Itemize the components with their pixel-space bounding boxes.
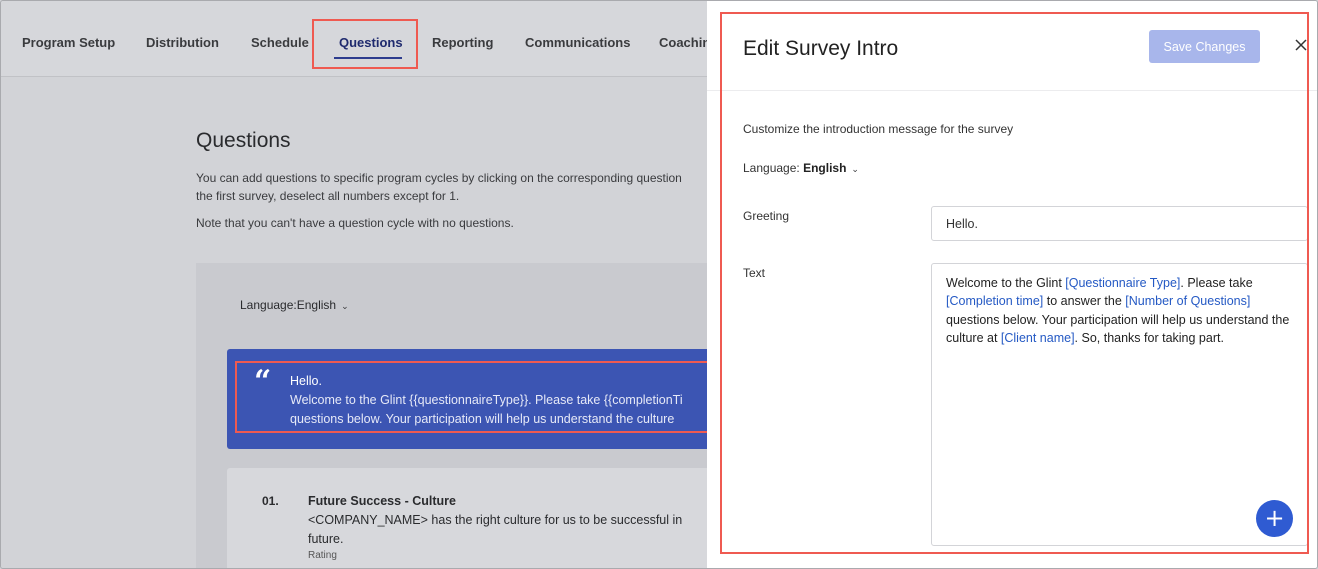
page-description-line2: the first survey, deselect all numbers e…	[196, 189, 460, 203]
tab-program-setup[interactable]: Program Setup	[22, 35, 115, 50]
tab-communications[interactable]: Communications	[525, 35, 630, 50]
page-title: Questions	[196, 129, 291, 152]
drawer-callout	[720, 12, 1309, 554]
question-number: 01.	[262, 494, 279, 508]
question-text-line1: <COMPANY_NAME> has the right culture for…	[308, 513, 683, 527]
page-description-line1: You can add questions to specific progra…	[196, 171, 682, 185]
language-label: Language:	[240, 298, 297, 312]
tab-distribution[interactable]: Distribution	[146, 35, 219, 50]
intro-card-callout	[235, 361, 719, 433]
tab-reporting[interactable]: Reporting	[432, 35, 493, 50]
question-text-line2: future.	[308, 532, 344, 546]
chevron-down-icon: ⌄	[341, 301, 349, 311]
tab-schedule[interactable]: Schedule	[251, 35, 309, 50]
question-type: Rating	[308, 550, 337, 561]
app-frame: Program Setup Distribution Schedule Ques…	[0, 0, 1318, 569]
page-note: Note that you can't have a question cycl…	[196, 216, 514, 230]
language-value: English	[296, 298, 337, 312]
tab-coaching[interactable]: Coachin	[659, 35, 710, 50]
questions-tab-callout	[312, 19, 418, 69]
language-selector[interactable]: Language:English ⌄	[240, 298, 349, 312]
question-title: Future Success - Culture	[308, 494, 456, 508]
